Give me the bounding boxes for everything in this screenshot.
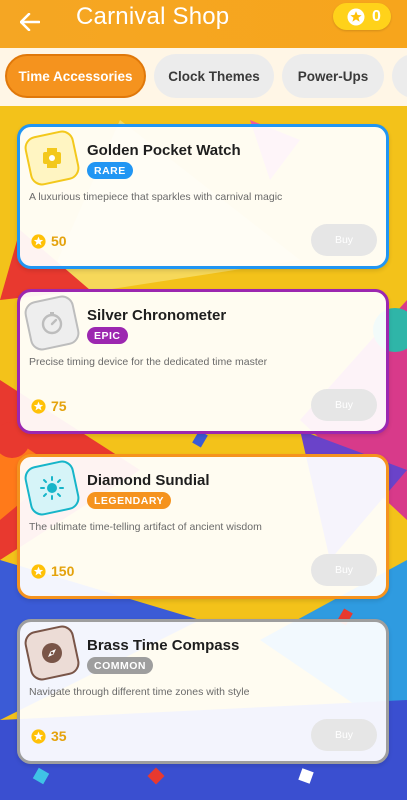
coin-balance[interactable]: 0 [333,3,391,30]
rarity-badge: LEGENDARY [87,492,172,509]
item-price: 35 [31,728,67,744]
arrow-left-icon [20,13,40,31]
star-coin-icon [31,398,46,414]
item-name: Brass Time Compass [87,637,240,654]
item-icon-box [22,128,82,188]
tab-time-accessories[interactable]: Time Accessories [5,54,146,98]
price-amount: 150 [51,563,75,579]
star-coin-icon [31,728,46,744]
item-icon-box [22,458,82,518]
shop-item-card: Silver Chronometer EPIC Precise timing d… [17,289,389,434]
buy-button[interactable]: Buy [311,554,377,586]
item-icon-box [22,293,82,353]
rarity-badge: RARE [87,162,133,179]
price-amount: 75 [51,398,67,414]
page-title: Carnival Shop [76,3,230,30]
app-header: Carnival Shop 0 [0,0,407,48]
star-coin-icon [31,563,46,579]
rarity-badge: COMMON [87,657,153,674]
item-description: Precise timing device for the dedicated … [29,356,268,368]
item-name: Silver Chronometer [87,307,227,324]
sun-icon [40,476,65,500]
item-description: The ultimate time-telling artifact of an… [29,521,262,533]
buy-button[interactable]: Buy [311,389,377,421]
item-description: Navigate through different time zones wi… [29,686,250,698]
compass-icon [42,643,62,663]
item-name: Diamond Sundial [87,472,210,489]
item-price: 150 [31,563,74,579]
price-amount: 35 [51,728,67,744]
tab-clock-themes[interactable]: Clock Themes [154,54,274,98]
item-price: 50 [31,233,67,249]
category-tabs: Time Accessories Clock Themes Power-Ups [0,48,407,106]
star-coin-icon [347,8,365,25]
price-amount: 50 [51,233,67,249]
shop-item-card: Brass Time Compass COMMON Navigate throu… [17,619,389,764]
tab-power-ups[interactable]: Power-Ups [282,54,384,98]
watch-icon [43,148,61,168]
item-icon-box [22,623,82,683]
rarity-badge: EPIC [87,327,128,344]
back-button[interactable] [14,6,46,38]
buy-button[interactable]: Buy [311,719,377,751]
shop-item-card: Golden Pocket Watch RARE A luxurious tim… [17,124,389,269]
star-coin-icon [31,233,46,249]
buy-button[interactable]: Buy [311,224,377,256]
stopwatch-icon [41,312,63,335]
shop-item-card: Diamond Sundial LEGENDARY The ultimate t… [17,454,389,599]
item-price: 75 [31,398,67,414]
item-name: Golden Pocket Watch [87,142,241,159]
tab-more[interactable] [392,54,407,98]
item-description: A luxurious timepiece that sparkles with… [29,191,283,203]
coin-count: 0 [372,7,381,25]
